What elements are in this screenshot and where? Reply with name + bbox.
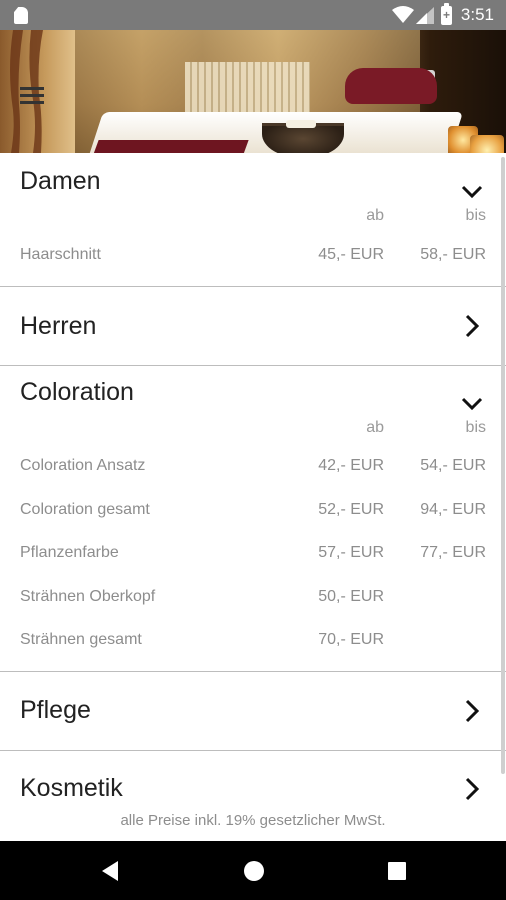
- chevron-down-icon[interactable]: [460, 392, 484, 416]
- header-image: [0, 30, 506, 153]
- section-title: Kosmetik: [20, 774, 123, 802]
- chevron-right-icon[interactable]: [460, 777, 484, 801]
- section-title: Pflege: [20, 696, 91, 724]
- table-row: Coloration Ansatz 42,- EUR 54,- EUR: [0, 454, 506, 478]
- price-list: Damen ab bis Haarschnitt 45,- EUR 58,- E…: [0, 153, 506, 841]
- column-header-ab: ab: [366, 207, 384, 224]
- section-herren[interactable]: Herren: [0, 287, 506, 365]
- status-bar: + 3:51: [0, 0, 506, 30]
- service-name: Coloration Ansatz: [20, 457, 146, 474]
- section-coloration[interactable]: Coloration ab bis Coloration Ansatz 42,-…: [0, 366, 506, 671]
- price-to: 58,- EUR: [420, 246, 486, 263]
- status-time: 3:51: [460, 5, 494, 24]
- price-to: 54,- EUR: [420, 457, 486, 474]
- table-row: Haarschnitt 45,- EUR 58,- EUR: [0, 243, 506, 267]
- chevron-down-icon[interactable]: [460, 180, 484, 204]
- column-header-bis: bis: [465, 207, 486, 224]
- wifi-icon: [392, 6, 414, 23]
- table-row: Coloration gesamt 52,- EUR 94,- EUR: [0, 498, 506, 522]
- signal-icon: [416, 7, 434, 24]
- section-title: Damen: [20, 167, 101, 195]
- table-row: Pflanzenfarbe 57,- EUR 77,- EUR: [0, 541, 506, 565]
- price-list-screen: + 3:51 Damen ab bis Haarschnitt 45,- EUR…: [0, 0, 506, 900]
- price-from: 45,- EUR: [318, 246, 384, 263]
- table-row: Strähnen gesamt 70,- EUR: [0, 628, 506, 652]
- price-from: 57,- EUR: [318, 544, 384, 561]
- recents-icon[interactable]: [385, 859, 409, 883]
- back-icon[interactable]: [99, 859, 123, 883]
- battery-glyph: +: [442, 8, 450, 22]
- scrollbar[interactable]: [501, 157, 505, 774]
- home-icon[interactable]: [242, 859, 266, 883]
- candle: [470, 135, 504, 153]
- service-name: Strähnen Oberkopf: [20, 588, 156, 605]
- section-damen[interactable]: Damen ab bis Haarschnitt 45,- EUR 58,- E…: [0, 153, 506, 287]
- sd-card-icon: [14, 7, 28, 24]
- column-header-ab: ab: [366, 419, 384, 436]
- service-name: Strähnen gesamt: [20, 631, 142, 648]
- chevron-right-icon[interactable]: [460, 699, 484, 723]
- price-to: 77,- EUR: [420, 544, 486, 561]
- service-name: Pflanzenfarbe: [20, 544, 119, 561]
- bowl: [262, 120, 344, 153]
- hamburger-menu-icon[interactable]: [20, 85, 46, 107]
- section-pflege[interactable]: Pflege: [0, 672, 506, 750]
- table-row: Strähnen Oberkopf 50,- EUR: [0, 585, 506, 609]
- price-from: 42,- EUR: [318, 457, 384, 474]
- service-name: Haarschnitt: [20, 246, 101, 263]
- chevron-right-icon[interactable]: [460, 314, 484, 338]
- section-title: Coloration: [20, 378, 134, 406]
- price-from: 50,- EUR: [318, 588, 384, 605]
- column-header-bis: bis: [465, 419, 486, 436]
- price-from: 70,- EUR: [318, 631, 384, 648]
- vat-footnote: alle Preise inkl. 19% gesetzlicher MwSt.: [0, 810, 506, 832]
- section-title: Herren: [20, 312, 97, 340]
- price-from: 52,- EUR: [318, 501, 384, 518]
- battery-charging-icon: +: [441, 3, 452, 25]
- price-to: 94,- EUR: [420, 501, 486, 518]
- service-name: Coloration gesamt: [20, 501, 150, 518]
- navigation-bar: [0, 841, 506, 900]
